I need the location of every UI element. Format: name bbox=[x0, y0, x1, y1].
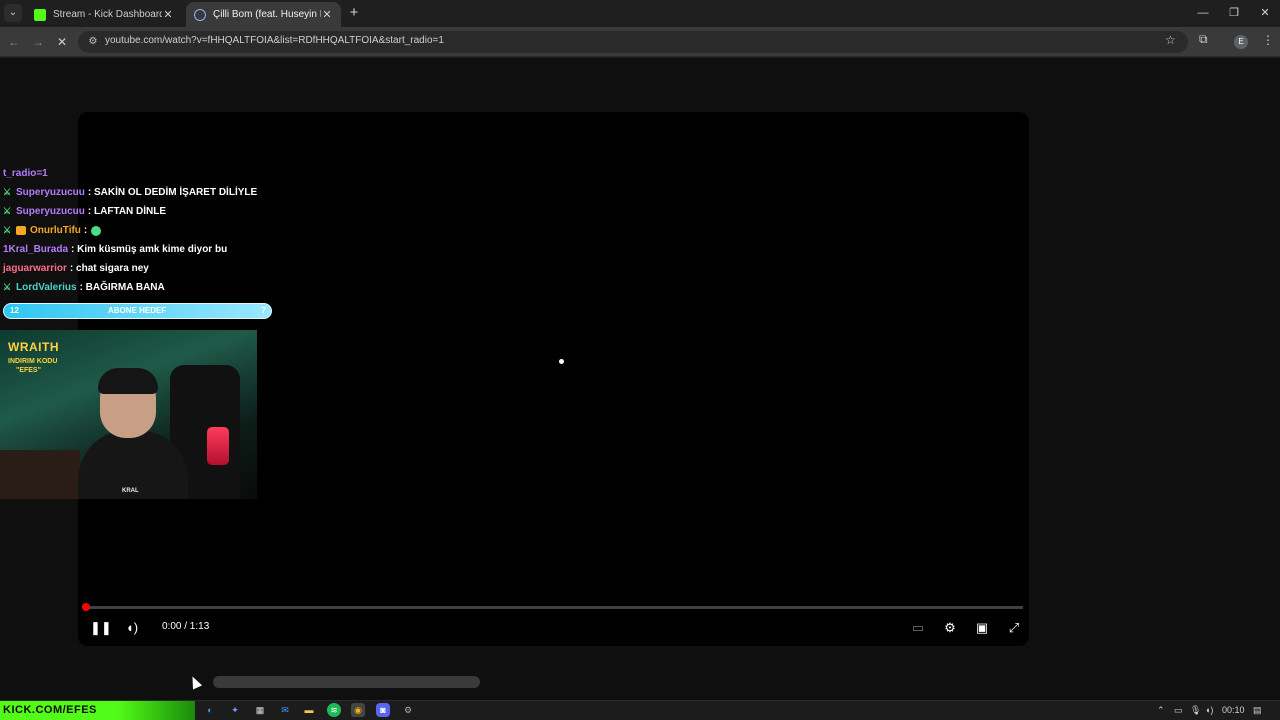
sword-badge-icon: ⚔ bbox=[3, 206, 12, 216]
time-display: 0:00 / 1:13 bbox=[162, 621, 210, 632]
edge-icon[interactable]: ◐ bbox=[203, 703, 217, 717]
stop-loading-button[interactable]: ✕ bbox=[53, 33, 71, 51]
webcam-overlay: WRAITH INDIRIM KODU "EFES" KRAL bbox=[0, 330, 257, 499]
close-tab-icon[interactable]: ✕ bbox=[321, 8, 333, 21]
new-tab-button[interactable]: + bbox=[346, 4, 362, 22]
discord-icon[interactable]: ◙ bbox=[376, 703, 390, 717]
close-window-button[interactable]: ✕ bbox=[1250, 3, 1280, 23]
goal-target: 7 bbox=[261, 306, 266, 315]
subtitles-icon[interactable]: ▭ bbox=[908, 618, 928, 638]
sword-badge-icon: ⚔ bbox=[3, 225, 12, 235]
chat-username: LordValerius bbox=[16, 282, 77, 293]
discount-code: INDIRIM KODU "EFES" bbox=[8, 357, 57, 375]
sword-badge-icon: ⚔ bbox=[3, 282, 12, 292]
avatar[interactable]: E bbox=[1234, 35, 1248, 49]
streamer-hair bbox=[98, 368, 158, 394]
chat-message: 1Kral_Burada : Kim küsmüş amk kime diyor… bbox=[3, 240, 283, 259]
kick-channel-banner: KICK.COM/EFES bbox=[0, 701, 195, 720]
tab-youtube-video[interactable]: Çilli Bom (feat. Huseyin Erdinc) ✕ bbox=[186, 2, 341, 27]
chat-text: : bbox=[83, 225, 88, 236]
file-explorer-icon[interactable]: ▬ bbox=[302, 703, 316, 717]
bookmark-star-icon[interactable]: ☆ bbox=[1165, 33, 1176, 47]
chat-username: Superyuzucuu bbox=[16, 206, 85, 217]
tab-title: Çilli Bom (feat. Huseyin Erdinc) bbox=[213, 9, 321, 20]
theater-mode-icon[interactable]: ▣ bbox=[972, 618, 992, 638]
horizontal-scrollbar[interactable] bbox=[213, 676, 480, 688]
speaker-icon[interactable]: ◖) bbox=[1205, 703, 1213, 717]
address-bar[interactable]: ⚙ youtube.com/watch?v=fHHQALTFOIA&list=R… bbox=[78, 31, 1188, 53]
kick-icon bbox=[34, 8, 46, 21]
copilot-icon[interactable]: ✦ bbox=[228, 703, 242, 717]
tab-kick-dashboard[interactable]: Stream - Kick Dashboard ✕ bbox=[26, 2, 182, 27]
chat-username: OnurluTifu bbox=[30, 225, 81, 236]
restore-button[interactable]: ❐ bbox=[1219, 3, 1249, 23]
chat-message: ⚔ LordValerius : BAĞIRMA BANA bbox=[3, 278, 283, 297]
chat-message: ⚔ Superyuzucuu : LAFTAN DİNLE bbox=[3, 202, 283, 221]
spotify-icon[interactable]: ≋ bbox=[327, 703, 341, 717]
loading-icon bbox=[194, 8, 206, 21]
chat-header: t_radio=1 bbox=[3, 168, 48, 179]
clock[interactable]: 00:10 bbox=[1222, 703, 1245, 717]
volume-icon[interactable]: ◖) bbox=[123, 618, 141, 638]
extensions-icon[interactable]: ⧉ bbox=[1199, 32, 1208, 47]
chat-text: : Kim küsmüş amk kime diyor bu bbox=[71, 244, 228, 255]
chevron-up-icon[interactable]: ⌃ bbox=[1157, 703, 1165, 717]
browser-tab-bar: ⌄ Stream - Kick Dashboard ✕ Çilli Bom (f… bbox=[0, 0, 1280, 27]
chat-text: : LAFTAN DİNLE bbox=[87, 206, 167, 217]
url-text[interactable]: youtube.com/watch?v=fHHQALTFOIA&list=RDf… bbox=[105, 35, 444, 46]
close-tab-icon[interactable]: ✕ bbox=[162, 8, 174, 21]
notifications-icon[interactable]: ▤ bbox=[1253, 703, 1262, 717]
sponsor-logo: WRAITH bbox=[8, 340, 59, 354]
stream-chat-overlay: t_radio=1 ⚔ Superyuzucuu : SAKİN OL DEDİ… bbox=[3, 168, 283, 297]
chat-username: jaguarwarrior bbox=[3, 263, 67, 274]
crown-badge-icon bbox=[16, 226, 26, 235]
shirt-print: KRAL bbox=[122, 488, 139, 494]
site-info-icon[interactable]: ⚙ bbox=[87, 36, 99, 48]
chat-username: 1Kral_Burada bbox=[3, 244, 69, 255]
settings-gear-icon[interactable]: ⚙ bbox=[940, 618, 960, 638]
sword-badge-icon: ⚔ bbox=[3, 187, 12, 197]
back-button[interactable]: ← bbox=[5, 33, 23, 51]
loading-spinner bbox=[559, 359, 564, 364]
outlook-icon[interactable]: ✉ bbox=[278, 703, 292, 717]
minimize-button[interactable]: — bbox=[1188, 3, 1218, 23]
discount-code-value: "EFES" bbox=[16, 367, 41, 374]
chat-message: ⚔ OnurluTifu : bbox=[3, 221, 283, 240]
chat-text: : BAĞIRMA BANA bbox=[79, 282, 165, 293]
chat-text: : chat sigara ney bbox=[69, 263, 149, 274]
tab-search-button[interactable]: ⌄ bbox=[4, 4, 22, 22]
emote-icon bbox=[91, 225, 102, 236]
forward-button[interactable]: → bbox=[29, 33, 47, 51]
progress-bar[interactable] bbox=[85, 606, 1023, 609]
chat-username: Superyuzucuu bbox=[16, 187, 85, 198]
pause-button[interactable]: ❚❚ bbox=[90, 618, 112, 638]
network-icon[interactable]: ▭ bbox=[1174, 703, 1183, 717]
goal-current: 12 bbox=[10, 306, 19, 315]
browser-toolbar: ← → ✕ ⚙ youtube.com/watch?v=fHHQALTFOIA&… bbox=[0, 27, 1280, 57]
discount-code-label: INDIRIM KODU bbox=[8, 358, 58, 365]
chat-message: ⚔ Superyuzucuu : SAKİN OL DEDİM İŞARET D… bbox=[3, 183, 283, 202]
tab-title: Stream - Kick Dashboard bbox=[53, 9, 162, 20]
fullscreen-icon[interactable]: ⤢ bbox=[1004, 618, 1024, 638]
shelf bbox=[0, 450, 80, 499]
microphone-icon[interactable]: 🎙︎ bbox=[1190, 703, 1201, 717]
rgb-light bbox=[207, 427, 229, 465]
browser-menu-icon[interactable]: ⋮ bbox=[1262, 33, 1274, 47]
store-icon[interactable]: ▦ bbox=[253, 703, 267, 717]
scrubber-handle[interactable] bbox=[82, 603, 90, 611]
subscriber-goal-bar: 12 ABONE HEDEF 7 bbox=[3, 303, 272, 319]
chat-text: : SAKİN OL DEDİM İŞARET DİLİYLE bbox=[87, 187, 258, 198]
chat-message: jaguarwarrior : chat sigara ney bbox=[3, 259, 283, 278]
chrome-icon[interactable]: ◉ bbox=[351, 703, 365, 717]
settings-icon[interactable]: ⚙ bbox=[401, 703, 415, 717]
goal-label: ABONE HEDEF bbox=[108, 306, 167, 315]
